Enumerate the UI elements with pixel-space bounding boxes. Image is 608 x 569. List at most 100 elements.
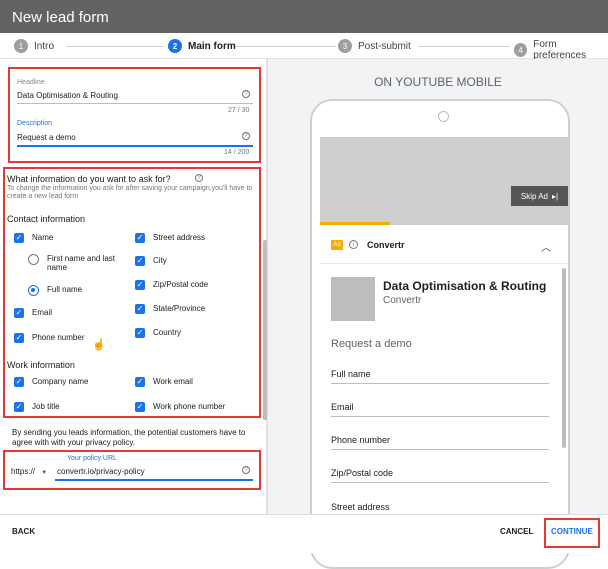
dialog-title: New lead form bbox=[0, 0, 608, 33]
field-underline bbox=[331, 416, 549, 417]
checkbox-phone[interactable]: ✓ Phone number bbox=[14, 333, 84, 343]
check-icon: ✓ bbox=[14, 402, 24, 412]
check-icon: ✓ bbox=[135, 402, 145, 412]
policy-url-input[interactable]: convertr.io/privacy-policy bbox=[57, 467, 145, 476]
checkbox-city[interactable]: ✓ City bbox=[135, 256, 167, 266]
continue-button[interactable]: CONTINUE bbox=[551, 527, 593, 536]
preview-field-zip[interactable]: Zip/Postal code bbox=[331, 468, 393, 478]
video-progress bbox=[320, 222, 390, 225]
policy-underline bbox=[55, 479, 253, 481]
stepper: 1 Intro 2 Main form 3 Post-submit 4 Form… bbox=[0, 33, 608, 61]
skip-ad-button[interactable]: Skip Ad ▸| bbox=[511, 186, 568, 206]
step-form-preferences[interactable]: 4 Form preferences bbox=[514, 39, 608, 61]
preview-field-street[interactable]: Street address bbox=[331, 502, 390, 512]
stepper-line bbox=[236, 46, 336, 47]
preview-header: ON YOUTUBE MOBILE bbox=[374, 75, 502, 89]
checkbox-state[interactable]: ✓ State/Province bbox=[135, 304, 205, 314]
field-underline bbox=[331, 482, 549, 483]
checkbox-work-email[interactable]: ✓ Work email bbox=[135, 377, 193, 387]
check-icon: ✓ bbox=[14, 233, 24, 243]
description-underline bbox=[17, 145, 253, 147]
checkbox-work-phone[interactable]: ✓ Work phone number bbox=[135, 402, 225, 412]
radio-first-last-name[interactable]: First name and last name bbox=[28, 254, 123, 272]
checkbox-company[interactable]: ✓ Company name bbox=[14, 377, 88, 387]
advertiser-name: Convertr bbox=[367, 240, 405, 250]
check-icon: ✓ bbox=[135, 233, 145, 243]
checkbox-label: Work email bbox=[153, 377, 193, 386]
preview-field-full-name[interactable]: Full name bbox=[331, 369, 371, 379]
chevron-up-icon[interactable]: ︿ bbox=[541, 239, 551, 254]
checkbox-job-title[interactable]: ✓ Job title bbox=[14, 402, 60, 412]
back-button[interactable]: BACK bbox=[12, 527, 35, 536]
radio-icon bbox=[28, 285, 39, 296]
headline-label: Headline bbox=[17, 79, 45, 86]
ad-badge: Ad bbox=[331, 240, 343, 250]
help-icon[interactable]: ? bbox=[195, 174, 203, 182]
stepper-line bbox=[418, 46, 510, 47]
checkbox-label: Job title bbox=[32, 402, 60, 411]
preview-subtitle: Convertr bbox=[383, 295, 422, 306]
step-number: 3 bbox=[338, 39, 352, 53]
step-number: 4 bbox=[514, 43, 528, 57]
step-label: Form preferences bbox=[533, 39, 587, 61]
help-icon[interactable]: ? bbox=[242, 90, 250, 98]
checkbox-email[interactable]: ✓ Email bbox=[14, 308, 52, 318]
protocol-select[interactable]: https:// ▼ bbox=[11, 467, 47, 476]
info-icon: i bbox=[349, 240, 358, 249]
checkbox-label: State/Province bbox=[153, 304, 206, 313]
checkbox-label: Zip/Postal code bbox=[153, 280, 209, 289]
form-scrollbar[interactable] bbox=[263, 240, 267, 420]
radio-full-name[interactable]: Full name bbox=[28, 285, 82, 296]
checkbox-label: City bbox=[153, 256, 167, 265]
checkbox-name[interactable]: ✓ Name bbox=[14, 233, 53, 243]
help-icon[interactable]: ? bbox=[242, 466, 250, 474]
field-underline bbox=[331, 383, 549, 384]
checkbox-street[interactable]: ✓ Street address bbox=[135, 233, 205, 243]
consent-text: By sending you leads information, the po… bbox=[12, 428, 246, 447]
check-icon: ✓ bbox=[135, 256, 145, 266]
description-label: Description bbox=[17, 120, 53, 127]
question-title: What information do you want to ask for? bbox=[7, 174, 171, 184]
preview-description: Request a demo bbox=[331, 338, 412, 350]
check-icon: ✓ bbox=[135, 280, 145, 290]
description-input[interactable]: Request a demo bbox=[17, 133, 76, 142]
headline-input[interactable]: Data Optimisation & Routing bbox=[17, 91, 118, 100]
advertiser-logo bbox=[331, 277, 375, 321]
step-label: Main form bbox=[188, 40, 236, 52]
checkbox-country[interactable]: ✓ Country bbox=[135, 328, 181, 338]
protocol-value: https:// bbox=[11, 467, 36, 476]
radio-icon bbox=[28, 254, 39, 265]
skip-icon: ▸| bbox=[552, 191, 559, 201]
step-main-form[interactable]: 2 Main form bbox=[168, 39, 236, 53]
lead-scrollbar bbox=[562, 268, 566, 448]
policy-label: Your policy URL bbox=[67, 455, 117, 462]
skip-ad-label: Skip Ad bbox=[520, 191, 549, 201]
checkbox-label: Country bbox=[153, 328, 182, 337]
checkbox-label: Name bbox=[32, 233, 54, 242]
preview-field-phone[interactable]: Phone number bbox=[331, 435, 390, 445]
work-title: Work information bbox=[7, 360, 75, 370]
contact-title: Contact information bbox=[7, 214, 86, 224]
step-number: 1 bbox=[14, 39, 28, 53]
check-icon: ✓ bbox=[135, 304, 145, 314]
checkbox-label: Work phone number bbox=[153, 402, 226, 411]
help-icon[interactable]: ? bbox=[242, 132, 250, 140]
checkbox-label: Company name bbox=[32, 377, 89, 386]
check-icon: ✓ bbox=[14, 308, 24, 318]
stepper-line bbox=[66, 46, 164, 47]
headline-counter: 27 / 30 bbox=[228, 107, 250, 114]
radio-label: First name and last name bbox=[47, 254, 116, 272]
dropdown-arrow-icon: ▼ bbox=[41, 470, 48, 476]
preview-headline: Data Optimisation & Routing bbox=[383, 279, 547, 293]
step-number: 2 bbox=[168, 39, 182, 53]
step-post-submit[interactable]: 3 Post-submit bbox=[338, 39, 411, 53]
step-label: Post-submit bbox=[358, 40, 411, 52]
checkbox-zip[interactable]: ✓ Zip/Postal code bbox=[135, 280, 208, 290]
cancel-button[interactable]: CANCEL bbox=[500, 527, 533, 536]
video-area bbox=[320, 137, 568, 225]
check-icon: ✓ bbox=[14, 333, 24, 343]
preview-field-email[interactable]: Email bbox=[331, 402, 354, 412]
checkbox-label: Street address bbox=[153, 233, 206, 242]
step-intro[interactable]: 1 Intro bbox=[14, 39, 54, 53]
phone-camera-icon bbox=[438, 111, 449, 122]
